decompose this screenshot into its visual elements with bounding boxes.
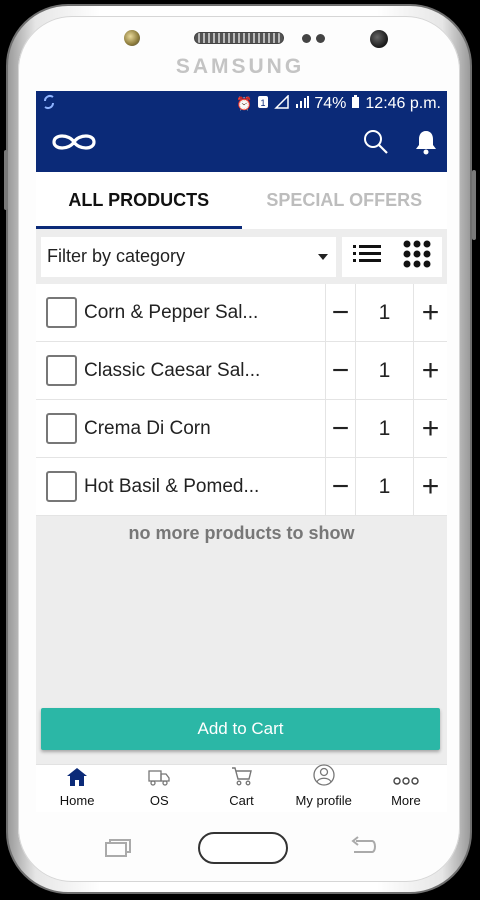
app-screen: ⏰ 1 74% 12:46 p.m. ALL PRODUCTS SPECIAL …	[36, 91, 447, 812]
nav-more[interactable]: More	[365, 765, 447, 812]
battery-level: 74%	[314, 95, 347, 112]
battery-icon	[351, 94, 360, 114]
nav-label: OS	[149, 793, 169, 808]
nav-label: More	[391, 793, 421, 808]
quantity-stepper: − 1 +	[325, 458, 447, 515]
view-toggle	[342, 236, 442, 277]
home-hardware-button[interactable]	[198, 832, 288, 864]
category-filter-label: Filter by category	[47, 246, 186, 266]
product-checkbox[interactable]	[46, 297, 77, 328]
list-item: Hot Basil & Pomed... − 1 +	[36, 458, 447, 516]
tab-special-offers[interactable]: SPECIAL OFFERS	[242, 172, 448, 229]
category-filter-select[interactable]: Filter by category	[41, 236, 336, 277]
svg-text:1: 1	[261, 98, 266, 108]
grid-view-icon[interactable]	[403, 240, 431, 273]
tab-all-products[interactable]: ALL PRODUCTS	[36, 172, 242, 229]
power-button	[472, 170, 476, 240]
alarm-icon: ⏰	[236, 96, 253, 111]
bell-icon[interactable]	[415, 129, 437, 160]
back-icon[interactable]	[348, 836, 378, 858]
decrement-button[interactable]: −	[325, 342, 355, 399]
quantity-value[interactable]: 1	[355, 458, 413, 515]
more-icon	[393, 773, 419, 791]
notification-icon: 1	[257, 95, 269, 114]
nav-cart[interactable]: Cart	[200, 765, 282, 812]
recent-apps-icon[interactable]	[104, 838, 132, 858]
app-bar	[36, 117, 447, 172]
proximity-sensor	[124, 30, 140, 46]
list-item: Corn & Pepper Sal... − 1 +	[36, 284, 447, 342]
increment-button[interactable]: +	[413, 342, 447, 399]
quantity-value[interactable]: 1	[355, 400, 413, 457]
increment-button[interactable]: +	[413, 400, 447, 457]
profile-icon	[313, 764, 335, 791]
hardware-keys	[0, 832, 480, 864]
nav-label: Cart	[229, 793, 254, 808]
product-name: Hot Basil & Pomed...	[84, 475, 259, 497]
nav-label: My profile	[295, 793, 352, 808]
product-checkbox[interactable]	[46, 471, 77, 502]
product-name: Corn & Pepper Sal...	[84, 301, 259, 323]
product-checkbox[interactable]	[46, 413, 77, 444]
cell-signal-icon	[295, 95, 310, 114]
bottom-nav: Home OS Cart My profile More	[36, 764, 447, 812]
quantity-stepper: − 1 +	[325, 284, 447, 341]
increment-button[interactable]: +	[413, 458, 447, 515]
list-item: Crema Di Corn − 1 +	[36, 400, 447, 458]
nav-my-profile[interactable]: My profile	[283, 764, 365, 812]
product-row-left: Corn & Pepper Sal...	[36, 284, 325, 341]
app-logo[interactable]	[50, 131, 98, 158]
volume-button	[4, 150, 8, 210]
filter-row: Filter by category	[36, 229, 447, 284]
nav-home[interactable]: Home	[36, 765, 118, 812]
quantity-stepper: − 1 +	[325, 342, 447, 399]
cart-icon	[231, 766, 253, 791]
nav-os[interactable]: OS	[118, 765, 200, 812]
decrement-button[interactable]: −	[325, 284, 355, 341]
nav-label: Home	[59, 793, 95, 808]
quantity-value[interactable]: 1	[355, 342, 413, 399]
light-sensor	[302, 34, 311, 43]
chevron-down-icon	[318, 253, 328, 260]
increment-button[interactable]: +	[413, 284, 447, 341]
front-camera	[370, 30, 388, 48]
product-row-left: Crema Di Corn	[36, 400, 325, 457]
sync-icon	[42, 94, 56, 115]
product-name: Classic Caesar Sal...	[84, 359, 259, 381]
product-list: Corn & Pepper Sal... − 1 + Classic Caesa…	[36, 284, 447, 516]
product-tabs: ALL PRODUCTS SPECIAL OFFERS	[36, 172, 447, 229]
product-row-left: Hot Basil & Pomed...	[36, 458, 325, 515]
product-name: Crema Di Corn	[84, 417, 211, 439]
list-end-message: no more products to show	[128, 523, 355, 543]
quantity-stepper: − 1 +	[325, 400, 447, 457]
wifi-signal-icon	[274, 93, 290, 114]
list-item: Classic Caesar Sal... − 1 +	[36, 342, 447, 400]
truck-icon	[148, 768, 170, 791]
search-icon[interactable]	[363, 129, 389, 160]
quantity-value[interactable]: 1	[355, 284, 413, 341]
home-icon	[67, 768, 88, 791]
clock: 12:46 p.m.	[365, 95, 441, 112]
earpiece	[194, 32, 284, 44]
device-brand: SAMSUNG	[175, 55, 305, 78]
decrement-button[interactable]: −	[325, 400, 355, 457]
decrement-button[interactable]: −	[325, 458, 355, 515]
product-row-left: Classic Caesar Sal...	[36, 342, 325, 399]
light-sensor-2	[316, 34, 325, 43]
status-bar: ⏰ 1 74% 12:46 p.m.	[36, 91, 447, 117]
add-to-cart-button[interactable]: Add to Cart	[41, 708, 440, 750]
list-view-icon[interactable]	[353, 243, 381, 270]
product-checkbox[interactable]	[46, 355, 77, 386]
